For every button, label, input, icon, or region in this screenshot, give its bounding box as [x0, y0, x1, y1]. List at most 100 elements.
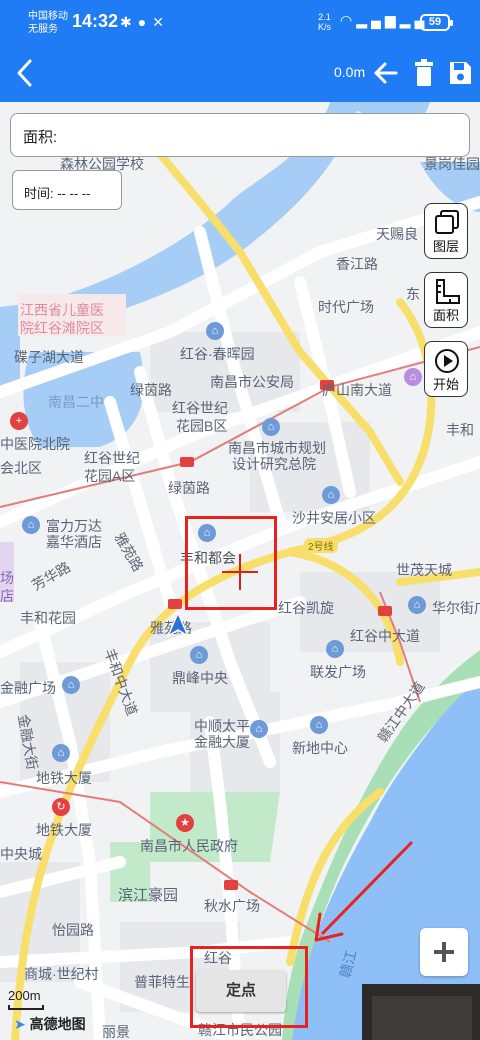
hospital-icon: +: [10, 412, 28, 430]
map-label: 金融大厦: [194, 734, 250, 750]
map-label: 华尔街广: [432, 600, 480, 616]
map-label: 碟子湖大道: [14, 349, 84, 365]
map-label: 香江路: [336, 256, 378, 272]
service-status: 无服务: [28, 24, 58, 35]
area-label: 面积:: [23, 129, 58, 146]
poi-marker: ⌂: [250, 720, 268, 738]
trash-icon: [415, 59, 433, 86]
signal-icon: ▂▄▆: [356, 12, 400, 28]
map-label: 红谷中大道: [350, 628, 420, 644]
poi-marker: ⌂: [322, 486, 340, 504]
poi-marker: ⌂: [190, 646, 208, 664]
map-label: 金融广场: [0, 680, 56, 696]
poi-marker: ⌂: [262, 418, 280, 436]
time-info-box: 时间: -- -- --: [12, 170, 122, 210]
distance-readout: 0.0m: [334, 64, 366, 80]
map-label: 滨江豪园: [118, 887, 179, 904]
map-label: 沙井安居小区: [292, 510, 376, 526]
map-label: 鼎峰中央: [172, 670, 228, 686]
map-label: 红谷世纪: [172, 400, 228, 416]
map-label: 地铁大厦: [36, 822, 92, 838]
current-location-arrow-icon: [166, 612, 190, 638]
map-label: 红谷世纪: [84, 450, 140, 466]
crosshair-highlight-box: [185, 516, 277, 610]
dark-overlay-inner: [372, 996, 472, 1040]
status-icons-right: ◠▂▄▆▂▄: [340, 12, 428, 29]
wifi-icon: ◠: [340, 12, 357, 28]
layers-button[interactable]: 图层: [424, 203, 468, 259]
arrow-left-icon: [374, 62, 398, 84]
map-label: 南昌市公安局: [210, 374, 294, 390]
map-label: 中央城: [0, 846, 42, 862]
map-label: 花园B区: [176, 418, 228, 434]
start-button-label: 开始: [432, 377, 459, 392]
poi-marker: ⌂: [310, 716, 328, 734]
map-label: 绿茵路: [130, 382, 172, 398]
battery-indicator: 59: [420, 14, 453, 31]
poi-marker: ⌂: [326, 640, 344, 658]
chevron-left-icon: [17, 59, 32, 87]
map-label: 绿茵路: [168, 480, 210, 496]
delete-button[interactable]: [410, 58, 438, 88]
poi-marker: ⌂: [404, 368, 422, 386]
map-label: 东: [406, 286, 420, 302]
map-label: 景岗佳园: [424, 156, 480, 172]
status-icons-left: ✱●✕: [120, 14, 170, 31]
status-time: 14:32: [72, 11, 119, 31]
map-label: 院红谷滩院区: [20, 320, 104, 336]
map-label: 中医院北院: [0, 436, 70, 452]
area-info-box: 面积:: [10, 113, 470, 157]
layers-icon: [435, 210, 459, 234]
red-arrow-annotation-icon: [314, 840, 414, 942]
map-label: 普菲特生: [134, 974, 190, 990]
map-label: 丰和: [446, 422, 474, 438]
back-button[interactable]: [10, 56, 40, 90]
map-label: 世茂天城: [396, 562, 452, 578]
map-label: 时代广场: [318, 299, 374, 315]
map-label: 嘉华酒店: [46, 534, 102, 550]
map-label: 红谷·春晖园: [180, 346, 255, 362]
map-label: 怡园路: [52, 922, 94, 938]
map-label: 天赐良: [376, 226, 418, 242]
map-scale-label: 200m: [8, 988, 41, 1003]
locate-button-highlight-box: [190, 946, 308, 1028]
network-speed-value: 2.1: [318, 12, 331, 22]
map-label: 丰和花园: [20, 610, 76, 626]
poi-marker: ⌂: [408, 596, 426, 614]
ruler-icon: [436, 279, 460, 304]
area-button-label: 面积: [432, 308, 459, 323]
map-label: 红谷凯旋: [278, 600, 334, 616]
poi-marker: ⌂: [206, 322, 224, 340]
map-label: 新地中心: [292, 740, 348, 756]
bluetooth-icon: ✱: [120, 14, 138, 30]
poi-marker: ⌂: [52, 744, 70, 762]
start-button[interactable]: 开始: [424, 341, 468, 397]
zoom-in-button[interactable]: [420, 928, 468, 976]
map-label: 商城·世纪村: [24, 966, 99, 982]
map-label: 联发广场: [310, 664, 366, 680]
map-label: 会北区: [0, 460, 42, 476]
poi-marker: ⌂: [22, 516, 40, 534]
undo-button[interactable]: [372, 58, 400, 88]
metro-transfer-icon: ↻: [52, 798, 70, 816]
map-label: 店: [0, 588, 14, 604]
map-scale-bar: [8, 1005, 44, 1010]
mute-icon: ✕: [152, 14, 170, 30]
map-label: 庐山南大道: [322, 382, 392, 398]
area-button[interactable]: 面积: [424, 272, 468, 328]
map-label: 南昌市人民政府: [140, 838, 238, 854]
map-label: 设计研究总院: [232, 456, 316, 472]
time-label: 时间: -- -- --: [24, 186, 91, 201]
map-label: 地铁大厦: [36, 770, 92, 786]
metro-line-badge: 2号线: [304, 538, 338, 553]
save-button[interactable]: [446, 58, 474, 88]
map-label: 南昌二中: [48, 394, 104, 410]
plus-icon: [434, 942, 454, 962]
map-label: 场: [0, 570, 14, 586]
map-label: 花园A区: [84, 468, 136, 484]
map-logo-text: 高德地图: [29, 1016, 86, 1032]
map-label: 江西省儿童医: [20, 302, 104, 318]
play-icon: [435, 349, 459, 373]
map-label: 丽景: [102, 1024, 130, 1040]
poi-marker: ⌂: [62, 676, 80, 694]
